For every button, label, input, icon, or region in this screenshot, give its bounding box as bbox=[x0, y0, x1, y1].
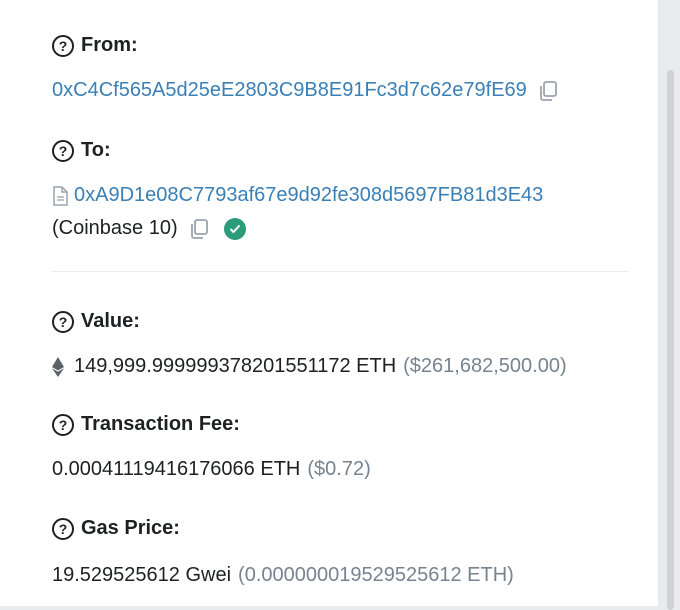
gas-label-row: ? Gas Price: bbox=[52, 517, 180, 540]
value-amount: 149,999.999999378201551172 ETH bbox=[74, 355, 397, 377]
gas-eth: (0.000000019529525612 ETH) bbox=[238, 564, 514, 586]
fee-label: Transaction Fee: bbox=[81, 413, 240, 435]
help-icon[interactable]: ? bbox=[52, 139, 74, 162]
help-icon[interactable]: ? bbox=[52, 517, 74, 540]
gas-label: Gas Price: bbox=[81, 517, 180, 539]
gas-row: 19.529525612 Gwei (0.000000019529525612 … bbox=[52, 564, 514, 587]
fee-usd: ($0.72) bbox=[307, 458, 371, 480]
copy-icon[interactable] bbox=[537, 80, 559, 102]
value-row: 149,999.999999378201551172 ETH ($261,682… bbox=[52, 355, 567, 378]
fee-amount: 0.00041119416176066 ETH bbox=[52, 458, 301, 480]
section-divider bbox=[52, 271, 628, 272]
to-label: To: bbox=[81, 139, 111, 161]
to-name-tag: (Coinbase 10) bbox=[52, 217, 178, 239]
fee-label-row: ? Transaction Fee: bbox=[52, 413, 240, 436]
value-label: Value: bbox=[81, 310, 140, 332]
help-icon[interactable]: ? bbox=[52, 310, 74, 333]
value-usd: ($261,682,500.00) bbox=[403, 355, 567, 377]
to-address-link[interactable]: 0xA9D1e08C7793af67e9d92fe308d5697FB81d3E… bbox=[74, 184, 543, 207]
from-label-row: ? From: bbox=[52, 34, 138, 57]
copy-icon[interactable] bbox=[188, 218, 210, 240]
gas-amount: 19.529525612 Gwei bbox=[52, 564, 232, 586]
help-icon[interactable]: ? bbox=[52, 413, 74, 436]
from-label: From: bbox=[81, 34, 138, 56]
from-address-link[interactable]: 0xC4Cf565A5d25eE2803C9B8E91Fc3d7c62e79fE… bbox=[52, 79, 527, 102]
fee-row: 0.00041119416176066 ETH ($0.72) bbox=[52, 458, 371, 481]
contract-file-icon bbox=[52, 185, 68, 206]
to-label-row: ? To: bbox=[52, 139, 111, 162]
to-name-row: (Coinbase 10) bbox=[52, 217, 246, 240]
transaction-details-card: ? From: 0xC4Cf565A5d25eE2803C9B8E91Fc3d7… bbox=[0, 0, 659, 606]
ethereum-icon bbox=[52, 356, 64, 377]
to-address-row: 0xA9D1e08C7793af67e9d92fe308d5697FB81d3E… bbox=[52, 184, 543, 207]
value-label-row: ? Value: bbox=[52, 310, 140, 333]
verified-check-icon bbox=[223, 217, 246, 240]
help-icon[interactable]: ? bbox=[52, 34, 74, 57]
scrollbar[interactable] bbox=[667, 70, 674, 610]
from-address-row: 0xC4Cf565A5d25eE2803C9B8E91Fc3d7c62e79fE… bbox=[52, 79, 559, 102]
